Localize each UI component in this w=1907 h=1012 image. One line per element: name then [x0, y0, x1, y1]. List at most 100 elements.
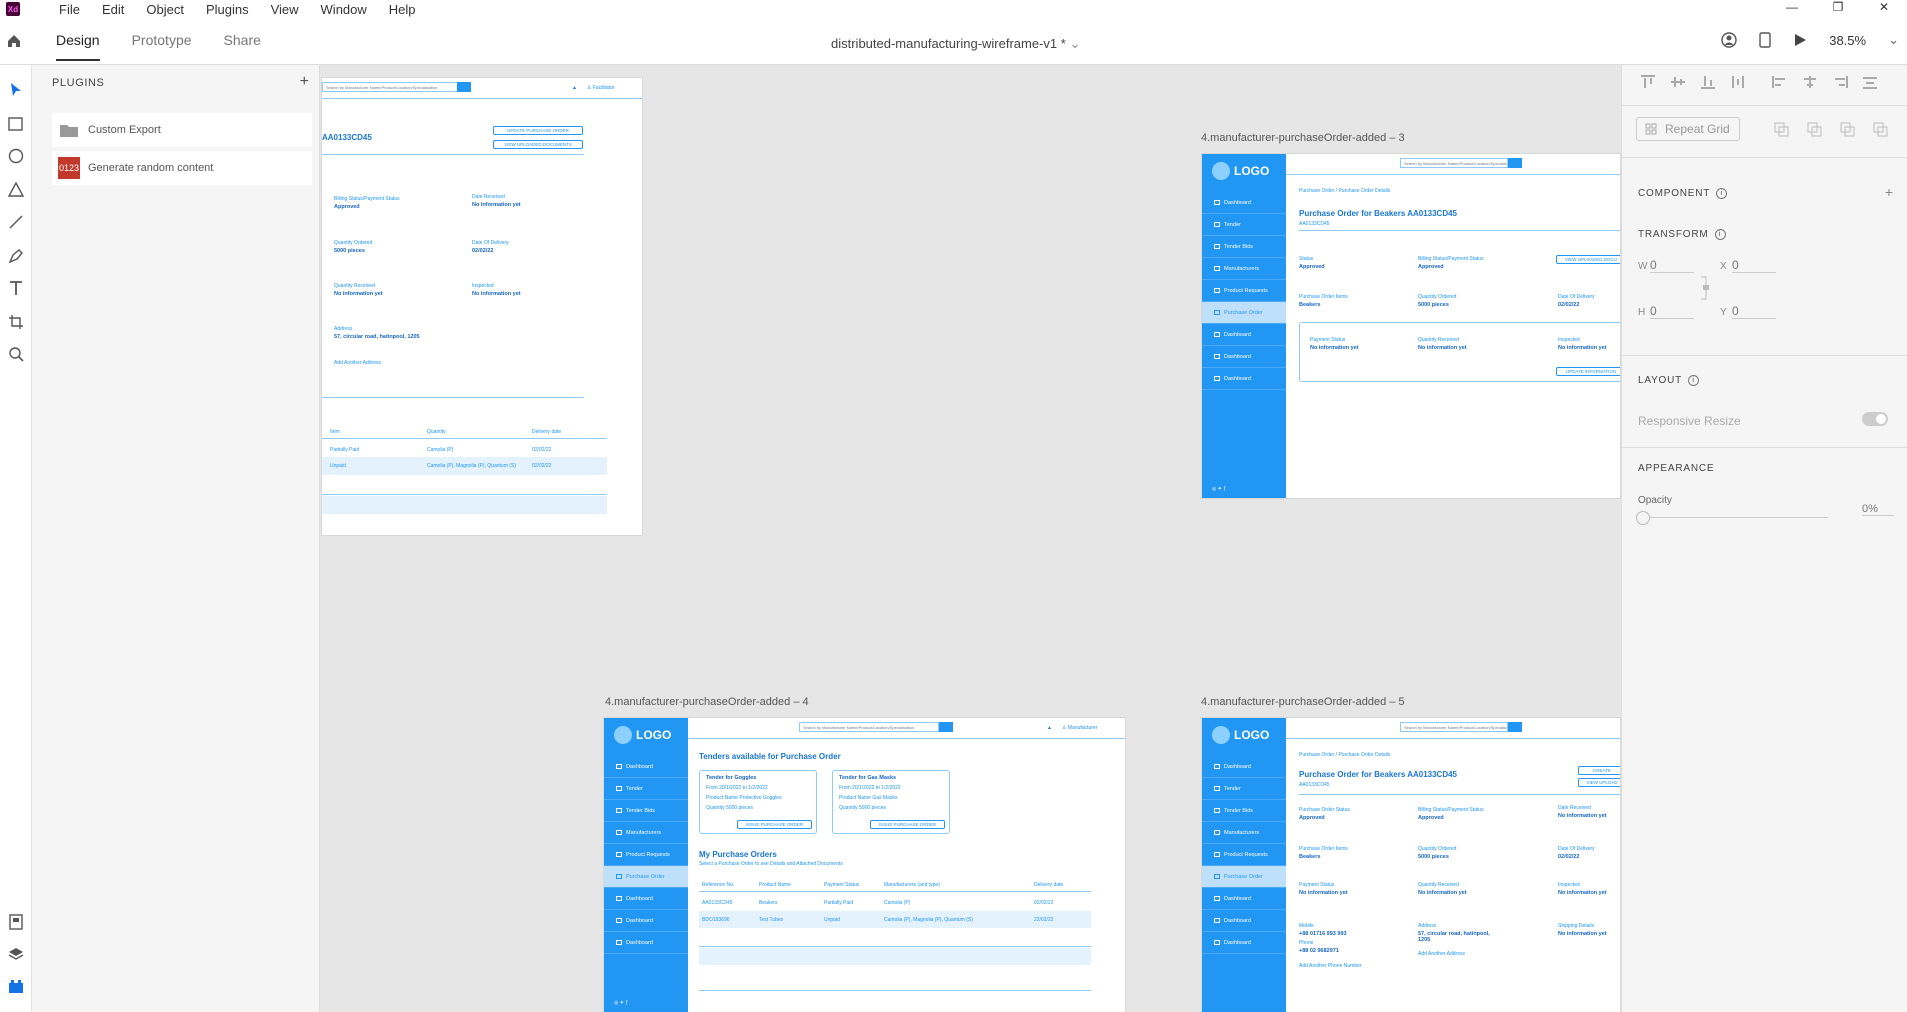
artboard-po-added-3[interactable]: LOGO Dashboard Tender Tender Bids Manufa… [1201, 153, 1621, 499]
menu-edit[interactable]: Edit [91, 2, 135, 17]
info-icon[interactable]: i [1714, 229, 1726, 240]
nav-dashboard[interactable]: Dashboard [1202, 368, 1286, 390]
add-address-link[interactable]: Add Another Address [1418, 951, 1465, 957]
breadcrumb[interactable]: Purchase Order / Purchase Order Details [1299, 188, 1390, 194]
breadcrumb[interactable]: Purchase Order / Purchase Order Details [1299, 752, 1390, 758]
menu-object[interactable]: Object [135, 2, 195, 17]
artboard-label[interactable]: 4.manufacturer-purchaseOrder-added – 5 [1201, 696, 1405, 708]
nav-tender-bids[interactable]: Tender Bids [604, 800, 688, 822]
issue-po-button[interactable]: ISSUE PURCHASE ORDER [737, 820, 812, 829]
artboard-po-facilitator[interactable]: Search by Manufacturer Name/Product/Loca… [321, 77, 643, 536]
nav-dashboard[interactable]: Dashboard [1202, 192, 1286, 214]
nav-tender-bids[interactable]: Tender Bids [1202, 236, 1286, 258]
nav-dashboard[interactable]: Dashboard [1202, 910, 1286, 932]
boolean-subtract-icon[interactable] [1807, 122, 1822, 137]
menu-view[interactable]: View [260, 2, 310, 17]
zoom-tool-icon[interactable] [7, 345, 25, 363]
boolean-intersect-icon[interactable] [1840, 122, 1855, 137]
nav-tender[interactable]: Tender [1202, 214, 1286, 236]
user-manufacturer[interactable]: ♙ Manufacturer [1062, 725, 1097, 731]
search-button[interactable] [1508, 722, 1522, 732]
opacity-input[interactable]: 0% [1862, 503, 1894, 516]
search-input[interactable]: Search by Manufacturer Name/Product/Loca… [799, 722, 939, 732]
search-input[interactable]: Search by Manufacturer Name/Product/Loca… [1400, 722, 1508, 732]
view-docs-button[interactable]: VIEW UPLOADED DOCU [1556, 255, 1620, 264]
x-input[interactable]: 0 [1732, 258, 1776, 273]
nav-purchase-order[interactable]: Purchase Order [1202, 866, 1286, 888]
artboard-po-added-4[interactable]: LOGO Dashboard Tender Tender Bids Manufa… [603, 717, 1126, 1012]
boolean-add-icon[interactable] [1774, 122, 1789, 137]
bell-icon[interactable]: ▲ [572, 85, 577, 91]
plugin-generate-random-content[interactable]: 0123 Generate random content [52, 151, 312, 185]
text-tool-icon[interactable] [7, 279, 25, 297]
user-avatar-icon[interactable] [1721, 32, 1737, 48]
add-component-icon[interactable]: + [1885, 184, 1893, 200]
align-right-icon[interactable] [1832, 75, 1848, 89]
width-input[interactable]: 0 [1650, 258, 1694, 273]
nav-manufacturers[interactable]: Manufacturers [1202, 822, 1286, 844]
plugin-custom-export[interactable]: Custom Export [52, 113, 312, 147]
search-button[interactable] [457, 82, 471, 92]
nav-product-requests[interactable]: Product Requests [1202, 844, 1286, 866]
height-input[interactable]: 0 [1650, 304, 1694, 319]
artboard-tool-icon[interactable] [7, 313, 25, 331]
ellipse-tool-icon[interactable] [7, 147, 25, 165]
opacity-slider-handle[interactable] [1636, 511, 1650, 525]
menu-help[interactable]: Help [378, 2, 427, 17]
social-icons[interactable]: ◎ ✦ ƒ [1212, 486, 1226, 492]
y-input[interactable]: 0 [1732, 304, 1776, 319]
view-docs-button[interactable]: VIEW UPLOADED DOCUMENTS [493, 140, 583, 149]
artboard-label[interactable]: 4.manufacturer-purchaseOrder-added – 4 [605, 696, 809, 708]
polygon-tool-icon[interactable] [7, 181, 25, 199]
rectangle-tool-icon[interactable] [7, 115, 25, 133]
create-button[interactable]: CREATE [1578, 766, 1620, 775]
assets-icon[interactable] [7, 913, 25, 931]
update-po-button[interactable]: UPDATE PURCHASE ORDER [493, 126, 583, 135]
search-input[interactable]: Search by Manufacturer Name/Product/Loca… [322, 82, 458, 92]
restore-button[interactable]: ❐ [1815, 0, 1861, 14]
view-upload-button[interactable]: VIEW UPLOAD [1578, 778, 1620, 787]
responsive-resize-toggle[interactable] [1862, 412, 1888, 426]
menu-plugins[interactable]: Plugins [195, 2, 260, 17]
nav-dashboard[interactable]: Dashboard [604, 888, 688, 910]
nav-tender[interactable]: Tender [604, 778, 688, 800]
distribute-vertical-icon[interactable] [1862, 75, 1878, 89]
search-input[interactable]: Search by Manufacturer Name/Product/Loca… [1400, 158, 1508, 168]
align-middle-icon[interactable] [1670, 75, 1686, 89]
layers-icon[interactable] [7, 945, 25, 963]
mobile-preview-icon[interactable] [1759, 32, 1771, 48]
nav-dashboard[interactable]: Dashboard [1202, 888, 1286, 910]
artboard-po-added-5[interactable]: LOGO Dashboard Tender Tender Bids Manufa… [1201, 717, 1621, 1012]
document-title[interactable]: distributed-manufacturing-wireframe-v1 *… [831, 36, 1080, 52]
nav-product-requests[interactable]: Product Requests [1202, 280, 1286, 302]
nav-dashboard[interactable]: Dashboard [1202, 932, 1286, 954]
nav-dashboard[interactable]: Dashboard [604, 756, 688, 778]
zoom-chevron-icon[interactable]: ⌄ [1888, 32, 1899, 48]
align-left-icon[interactable] [1772, 75, 1788, 89]
distribute-horizontal-icon[interactable] [1730, 75, 1746, 89]
add-address-link[interactable]: Add Another Address [334, 360, 381, 366]
issue-po-button[interactable]: ISSUE PURCHASE ORDER [870, 820, 945, 829]
bell-icon[interactable]: ▲ [1047, 725, 1052, 731]
social-icons[interactable]: ◎ ✦ ƒ [614, 1000, 628, 1006]
line-tool-icon[interactable] [7, 213, 25, 231]
close-button[interactable]: ✕ [1861, 0, 1907, 14]
nav-dashboard[interactable]: Dashboard [1202, 346, 1286, 368]
opacity-slider-track[interactable] [1650, 517, 1828, 518]
design-canvas[interactable]: Search by Manufacturer Name/Product/Loca… [321, 65, 1621, 1012]
minimize-button[interactable]: — [1769, 0, 1815, 14]
play-icon[interactable] [1793, 33, 1807, 47]
lock-aspect-icon[interactable] [1700, 275, 1710, 301]
add-phone-link[interactable]: Add Another Phone Number [1299, 963, 1362, 969]
align-top-icon[interactable] [1640, 75, 1656, 89]
align-center-icon[interactable] [1802, 75, 1818, 89]
artboard-label[interactable]: 4.manufacturer-purchaseOrder-added – 3 [1201, 132, 1405, 144]
menu-window[interactable]: Window [310, 2, 378, 17]
nav-dashboard[interactable]: Dashboard [1202, 756, 1286, 778]
zoom-level[interactable]: 38.5% [1829, 33, 1866, 48]
nav-manufacturers[interactable]: Manufacturers [1202, 258, 1286, 280]
plugins-icon[interactable] [7, 977, 25, 995]
update-information-button[interactable]: UPDATE INFORMATION [1556, 367, 1620, 376]
info-icon[interactable]: i [1688, 375, 1700, 386]
boolean-exclude-icon[interactable] [1873, 122, 1888, 137]
